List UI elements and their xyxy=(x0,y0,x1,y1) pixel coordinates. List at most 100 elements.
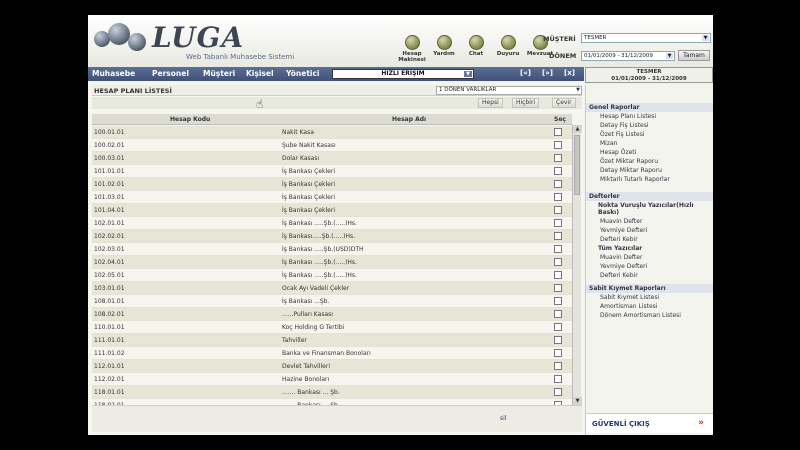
period-select[interactable]: 01/01/2009 - 31/12/2009 ▼ xyxy=(581,51,675,61)
account-group-select[interactable]: 1 DÖNEN VARLIKLAR ▼ xyxy=(436,86,582,95)
sidebar-item[interactable]: Yevmiye Defteri xyxy=(600,263,647,270)
calculator-icon xyxy=(404,35,420,50)
account-code: 101.04.01 xyxy=(94,207,125,214)
scroll-thumb[interactable] xyxy=(574,135,580,195)
sidebar-item[interactable]: Miktarlı Tutarlı Raporlar xyxy=(600,176,670,183)
calculator-button[interactable]: Hesap Makinesi xyxy=(398,35,426,63)
account-code: 108.01.01 xyxy=(94,298,125,305)
help-button[interactable]: Yardım xyxy=(430,35,458,63)
account-code: 103.01.01 xyxy=(94,285,125,292)
scroll-up-icon[interactable]: ▲ xyxy=(573,125,582,133)
select-checkbox[interactable] xyxy=(554,258,562,266)
customer-select[interactable]: TESMER ▼ xyxy=(581,33,711,43)
select-checkbox[interactable] xyxy=(554,245,562,253)
table-row: 101.03.01 İş Bankası Çekleri xyxy=(92,191,572,204)
select-checkbox[interactable] xyxy=(554,128,562,136)
nav-forward-button[interactable]: [»] xyxy=(542,69,553,77)
table-row: 108.02.01 ......Pulları Kasası xyxy=(92,308,572,321)
sidebar-item[interactable]: Dönem Amortisman Listesi xyxy=(600,312,681,319)
nav-close-button[interactable]: [x] xyxy=(564,69,575,77)
sidebar-item[interactable]: Detay Miktar Raporu xyxy=(600,167,662,174)
sidebar-item[interactable]: Muavin Defter xyxy=(600,218,642,225)
period-range: 01/01/2009 - 31/12/2009 xyxy=(611,76,687,82)
column-header-code: Hesap Kodu xyxy=(170,116,211,123)
account-name: Ocak Ayı Vadeli Çekler xyxy=(282,285,350,292)
chevron-down-icon: ▼ xyxy=(576,87,580,93)
nav-item-muhasebe[interactable]: Muhasebe xyxy=(92,69,135,78)
select-none-button[interactable]: Hiçbiri xyxy=(512,98,540,108)
sidebar-section-title: Defterler xyxy=(586,192,713,201)
invert-selection-button[interactable]: Çevir xyxy=(552,98,576,108)
account-name: Hazine Bonoları xyxy=(282,376,330,383)
select-checkbox[interactable] xyxy=(554,141,562,149)
chevron-down-icon: ▼ xyxy=(666,53,673,59)
table-row: 102.05.01 İş Bankası .....Şb.(.....)Hs. xyxy=(92,269,572,282)
sidebar-item[interactable]: Hesap Özeti xyxy=(600,149,636,156)
announcement-label: Duyuru xyxy=(496,51,520,57)
select-checkbox[interactable] xyxy=(554,193,562,201)
select-checkbox[interactable] xyxy=(554,349,562,357)
select-checkbox[interactable] xyxy=(554,206,562,214)
select-checkbox[interactable] xyxy=(554,310,562,318)
select-checkbox[interactable] xyxy=(554,375,562,383)
select-checkbox[interactable] xyxy=(554,180,562,188)
account-group-value: 1 DÖNEN VARLIKLAR xyxy=(439,87,497,93)
account-name: İş Bankası Çekleri xyxy=(282,168,335,175)
scroll-down-icon[interactable]: ▼ xyxy=(573,397,582,405)
column-header-name: Hesap Adı xyxy=(392,116,427,123)
select-checkbox[interactable] xyxy=(554,219,562,227)
select-checkbox[interactable] xyxy=(554,297,562,305)
sidebar-item[interactable]: Özet Miktar Raporu xyxy=(600,158,658,165)
sidebar-item[interactable]: Amortisman Listesi xyxy=(600,303,657,310)
account-name: İş Bankası Çekleri xyxy=(282,181,335,188)
nav-item-personel[interactable]: Personel xyxy=(152,69,189,78)
nav-item-yonetici[interactable]: Yönetici xyxy=(286,69,320,78)
sidebar-item[interactable]: Defteri Kebir xyxy=(600,236,638,243)
table-row: 100.02.01 Şube Nakit Kasası xyxy=(92,139,572,152)
nav-item-kisisel[interactable]: Kişisel xyxy=(246,69,274,78)
table-row: 101.01.01 İş Bankası Çekleri xyxy=(92,165,572,178)
sidebar-item[interactable]: Tüm Yazıcılar xyxy=(598,245,642,252)
sidebar-item[interactable]: Detay Fiş Listesi xyxy=(600,122,649,129)
select-checkbox[interactable] xyxy=(554,362,562,370)
sidebar-item[interactable]: Nokta Vuruşlu Yazıcılar(Hızlı Baskı) xyxy=(598,202,708,216)
account-code: 118.01.01 xyxy=(94,389,125,396)
select-checkbox[interactable] xyxy=(554,232,562,240)
select-all-button[interactable]: Hepsi xyxy=(478,98,503,108)
account-name: Tahviller xyxy=(282,337,307,344)
table-row: 110.01.01 Koç Holding G Tertibi xyxy=(92,321,572,334)
customer-label: MÜŞTERİ xyxy=(543,35,576,43)
select-checkbox[interactable] xyxy=(554,167,562,175)
sidebar-section-title: Genel Raporlar xyxy=(586,103,713,112)
calculator-label: Hesap Makinesi xyxy=(398,51,426,63)
select-checkbox[interactable] xyxy=(554,284,562,292)
chat-button[interactable]: Chat xyxy=(462,35,490,63)
delete-link[interactable]: sil xyxy=(500,415,506,422)
sidebar-item[interactable]: Sabit Kıymet Listesi xyxy=(600,294,659,301)
logout-button[interactable]: GÜVENLİ ÇIKIŞ » xyxy=(586,413,713,433)
sidebar-item[interactable]: Muavin Defter xyxy=(600,254,642,261)
table-row: 111.01.02 Banka ve Finansman Bonoları xyxy=(92,347,572,360)
panel-footer: sil xyxy=(92,405,582,432)
quick-access-select[interactable]: HIZLI ERİŞİM ▼ xyxy=(332,69,474,79)
sidebar-item[interactable]: Hesap Planı Listesi xyxy=(600,113,656,120)
account-name: İş Bankası.....Şb.(.....)Hs. xyxy=(282,233,356,240)
sidebar-item[interactable]: Yevmiye Defteri xyxy=(600,227,647,234)
announcement-button[interactable]: Duyuru xyxy=(494,35,522,63)
table-row: 108.01.01 İş Bankası ...Şb. xyxy=(92,295,572,308)
ok-button[interactable]: Tamam xyxy=(678,50,710,61)
nav-item-musteri[interactable]: Müşteri xyxy=(203,69,235,78)
sidebar-item[interactable]: Defteri Kebir xyxy=(600,272,638,279)
sidebar-item[interactable]: Mizan xyxy=(600,140,617,147)
scrollbar[interactable]: ▲ ▼ xyxy=(572,125,582,405)
account-code: 102.05.01 xyxy=(94,272,125,279)
select-checkbox[interactable] xyxy=(554,336,562,344)
select-checkbox[interactable] xyxy=(554,154,562,162)
select-checkbox[interactable] xyxy=(554,388,562,396)
select-checkbox[interactable] xyxy=(554,323,562,331)
sidebar-item[interactable]: Özet Fiş Listesi xyxy=(600,131,645,138)
select-checkbox[interactable] xyxy=(554,271,562,279)
nav-back-button[interactable]: [«] xyxy=(520,69,531,77)
chat-icon xyxy=(468,35,484,50)
account-name: ......Pulları Kasası xyxy=(282,311,333,318)
